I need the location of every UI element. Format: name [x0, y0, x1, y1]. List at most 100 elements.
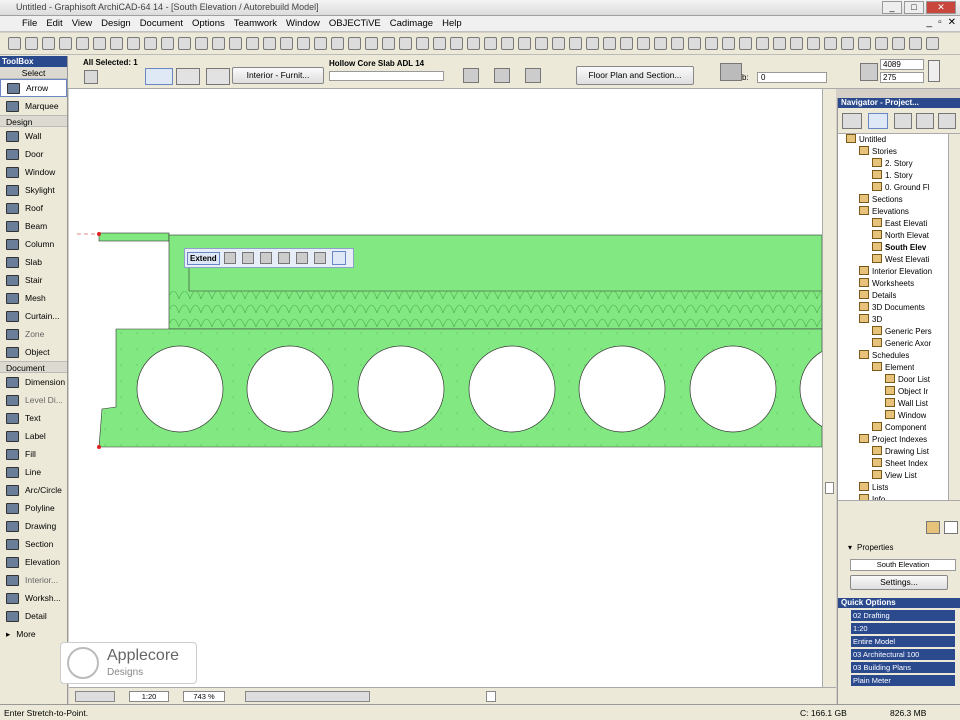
toolbar-icon[interactable]	[688, 37, 701, 50]
toolbar-icon[interactable]	[671, 37, 684, 50]
toolbar-icon[interactable]	[518, 37, 531, 50]
tree-item[interactable]: Object Ir	[885, 386, 928, 398]
elevation-canvas[interactable]: Extend	[69, 89, 822, 687]
tool-worksh[interactable]: Worksh...	[0, 589, 67, 607]
tree-item[interactable]: Untitled	[846, 134, 886, 146]
menu-teamwork[interactable]: Teamwork	[234, 18, 277, 29]
toolbar-icon[interactable]	[790, 37, 803, 50]
layer-dropdown[interactable]: Interior - Furnit...	[232, 67, 324, 84]
menu-help[interactable]: Help	[442, 18, 462, 29]
design-icon[interactable]	[463, 68, 479, 83]
close-button[interactable]: ✕	[926, 1, 956, 14]
vertical-scrollbar[interactable]	[822, 89, 836, 687]
toolbar-icon[interactable]	[841, 37, 854, 50]
toolbar-icon[interactable]	[365, 37, 378, 50]
tool-slab[interactable]: Slab	[0, 253, 67, 271]
doc-restore-button[interactable]: ▫	[938, 17, 942, 28]
toolbar-icon[interactable]	[807, 37, 820, 50]
toolbar-icon[interactable]	[892, 37, 905, 50]
mirror-pet-icon[interactable]	[277, 252, 290, 264]
tree-item[interactable]: Drawing List	[872, 446, 929, 458]
zoom-buttons[interactable]	[245, 691, 370, 702]
rotate-pet-icon[interactable]	[259, 252, 272, 264]
tool-window[interactable]: Window	[0, 163, 67, 181]
menu-window[interactable]: Window	[286, 18, 320, 29]
stretch-icon[interactable]	[241, 252, 254, 264]
new-folder-icon[interactable]	[926, 521, 940, 534]
close-pet-icon[interactable]	[223, 252, 236, 264]
toolbar-icon[interactable]	[399, 37, 412, 50]
floor-plan-section-button[interactable]: Floor Plan and Section...	[576, 66, 694, 85]
tool-polyline[interactable]: Polyline	[0, 499, 67, 517]
doc-minimize-button[interactable]: _	[927, 17, 933, 28]
tool-dimension[interactable]: Dimension	[0, 373, 67, 391]
toolbar-icon[interactable]	[127, 37, 140, 50]
toolbar-icon[interactable]	[297, 37, 310, 50]
menu-view[interactable]: View	[72, 18, 92, 29]
menu-edit[interactable]: Edit	[46, 18, 62, 29]
scale-display[interactable]: 1:20	[129, 691, 169, 702]
toolbar-icon[interactable]	[42, 37, 55, 50]
toolbar-icon[interactable]	[620, 37, 633, 50]
tree-item[interactable]: Worksheets	[859, 278, 914, 290]
anchor-icon[interactable]	[176, 68, 200, 85]
tree-item[interactable]: Elevations	[859, 206, 909, 218]
tree-item[interactable]: 2. Story	[872, 158, 913, 170]
quick-option-row[interactable]: 02 Drafting	[851, 610, 955, 621]
quick-option-row[interactable]: Entire Model	[851, 636, 955, 647]
tree-item[interactable]: 3D	[859, 314, 882, 326]
toolbar-icon[interactable]	[535, 37, 548, 50]
toolbar-icon[interactable]	[858, 37, 871, 50]
rotate-icon[interactable]	[494, 68, 510, 83]
toolbar-icon[interactable]	[348, 37, 361, 50]
tree-item[interactable]: Generic Pers	[872, 326, 932, 338]
height-field[interactable]: 275	[880, 72, 924, 83]
tool-section[interactable]: Section	[0, 535, 67, 553]
vertical-scroll-thumb[interactable]	[825, 482, 834, 494]
mirror-icon[interactable]	[525, 68, 541, 83]
tool-column[interactable]: Column	[0, 235, 67, 253]
tool-arrow[interactable]: Arrow	[0, 79, 67, 97]
toolbar-icon[interactable]	[450, 37, 463, 50]
tool-skylight[interactable]: Skylight	[0, 181, 67, 199]
tool-level-di[interactable]: Level Di...	[0, 391, 67, 409]
toolbar-icon[interactable]	[144, 37, 157, 50]
toolbar-icon[interactable]	[433, 37, 446, 50]
toolbar-icon[interactable]	[161, 37, 174, 50]
tool-beam[interactable]: Beam	[0, 217, 67, 235]
menu-cadimage[interactable]: Cadimage	[390, 18, 433, 29]
toolbar-icon[interactable]	[484, 37, 497, 50]
toolbar-icon[interactable]	[739, 37, 752, 50]
tree-item[interactable]: Sections	[859, 194, 903, 206]
copy-pet-icon[interactable]	[313, 252, 326, 264]
tree-item[interactable]: Details	[859, 290, 896, 302]
tool-curtain[interactable]: Curtain...	[0, 307, 67, 325]
toolbar-icon[interactable]	[229, 37, 242, 50]
minimize-button[interactable]: _	[882, 1, 902, 14]
tree-item[interactable]: Generic Axor	[872, 338, 931, 350]
tool-arc-circle[interactable]: Arc/Circle	[0, 481, 67, 499]
toolbar-icon[interactable]	[263, 37, 276, 50]
toolbar-icon[interactable]	[501, 37, 514, 50]
toolbar-icon[interactable]	[926, 37, 939, 50]
tool-interior[interactable]: Interior...	[0, 571, 67, 589]
toolbar-icon[interactable]	[331, 37, 344, 50]
quick-option-row[interactable]: 1:20	[851, 623, 955, 634]
tool-object[interactable]: Object	[0, 343, 67, 361]
toolbar-icon[interactable]	[824, 37, 837, 50]
toolbar-icon[interactable]	[705, 37, 718, 50]
delete-icon[interactable]	[944, 521, 958, 534]
toolbar-icon[interactable]	[195, 37, 208, 50]
element-settings-icon[interactable]	[84, 70, 98, 84]
toolbar-icon[interactable]	[552, 37, 565, 50]
toolbar-icon[interactable]	[93, 37, 106, 50]
offset-pet-icon[interactable]	[295, 252, 308, 264]
toolbar-icon[interactable]	[603, 37, 616, 50]
menu-file[interactable]: File	[22, 18, 37, 29]
toolbar-icon[interactable]	[654, 37, 667, 50]
horizontal-scroll-thumb[interactable]	[486, 691, 496, 702]
tree-item[interactable]: 3D Documents	[859, 302, 925, 314]
b-value-field[interactable]: 0	[757, 72, 827, 83]
toolbar-icon[interactable]	[586, 37, 599, 50]
toolbar-icon[interactable]	[212, 37, 225, 50]
